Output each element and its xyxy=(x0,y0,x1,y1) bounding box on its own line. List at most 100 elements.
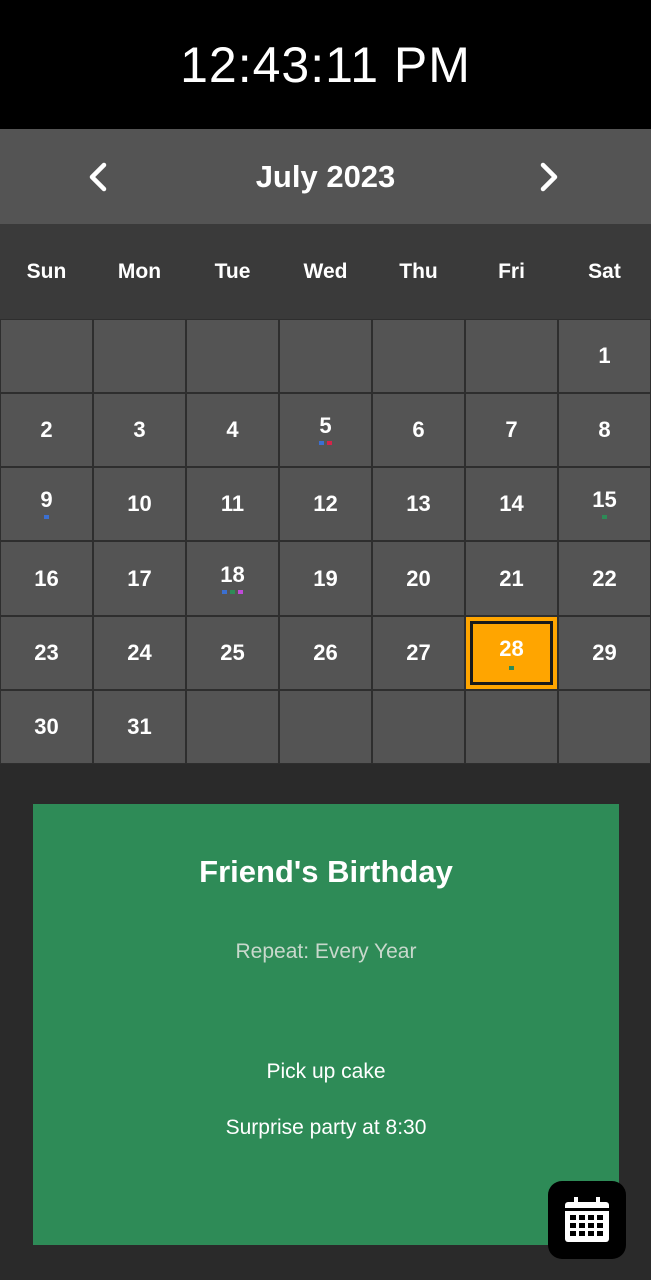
weekday-header-row: Sun Mon Tue Wed Thu Fri Sat xyxy=(0,224,651,319)
calendar-empty-cell xyxy=(94,320,185,393)
calendar-day-cell[interactable]: 28 xyxy=(466,616,557,689)
day-number: 18 xyxy=(220,561,245,587)
calendar-empty-cell xyxy=(187,320,278,393)
day-number: 8 xyxy=(598,417,611,443)
calendar-day-cell[interactable]: 12 xyxy=(280,468,371,541)
day-number: 23 xyxy=(34,639,59,665)
day-number: 14 xyxy=(499,491,524,517)
day-number: 1 xyxy=(598,343,611,369)
calendar-day-cell[interactable]: 21 xyxy=(466,542,557,615)
day-number: 13 xyxy=(406,491,431,517)
calendar-day-cell[interactable]: 25 xyxy=(187,616,278,689)
calendar-day-cell[interactable]: 26 xyxy=(280,616,371,689)
day-number: 27 xyxy=(406,639,431,665)
calendar-day-cell[interactable]: 3 xyxy=(94,394,185,467)
calendar-day-cell[interactable]: 2 xyxy=(1,394,92,467)
event-indicator-dots xyxy=(1,515,92,520)
weekday-label: Wed xyxy=(303,259,348,283)
event-dot xyxy=(319,441,324,446)
day-number: 7 xyxy=(505,417,518,443)
calendar-empty-cell xyxy=(373,320,464,393)
calendar-empty-cell xyxy=(373,690,464,763)
event-details-card: Friend's Birthday Repeat: Every Year Pic… xyxy=(33,804,619,1245)
calendar-day-cell[interactable]: 5 xyxy=(280,394,371,467)
calendar-day-cell[interactable]: 31 xyxy=(94,690,185,763)
weekday-label: Thu xyxy=(399,259,438,283)
chevron-right-icon[interactable] xyxy=(531,159,567,195)
day-number: 30 xyxy=(34,713,59,739)
event-indicator-dots xyxy=(466,665,557,670)
day-number: 28 xyxy=(499,635,524,661)
calendar-empty-cell xyxy=(187,690,278,763)
calendar-day-cell[interactable]: 23 xyxy=(1,616,92,689)
calendar-day-cell[interactable]: 8 xyxy=(559,394,650,467)
event-dot xyxy=(44,515,49,520)
day-number: 5 xyxy=(319,413,332,439)
weekday-label: Mon xyxy=(117,259,162,283)
event-title: Friend's Birthday xyxy=(199,854,453,889)
event-dot xyxy=(327,441,332,446)
clock-time: 12:43:11 PM xyxy=(180,36,471,93)
calendar-day-cell[interactable]: 10 xyxy=(94,468,185,541)
calendar-day-cell[interactable]: 6 xyxy=(373,394,464,467)
calendar-day-cell[interactable]: 9 xyxy=(1,468,92,541)
calendar-day-cell[interactable]: 29 xyxy=(559,616,650,689)
calendar-day-cell[interactable]: 1 xyxy=(559,320,650,393)
chevron-left-icon[interactable] xyxy=(80,159,116,195)
calendar-empty-cell xyxy=(559,690,650,763)
day-number: 20 xyxy=(406,565,431,591)
calendar-day-cell[interactable]: 4 xyxy=(187,394,278,467)
event-indicator-dots xyxy=(280,441,371,446)
day-number: 29 xyxy=(592,639,617,665)
calendar-day-cell[interactable]: 11 xyxy=(187,468,278,541)
calendar-day-cell[interactable]: 24 xyxy=(94,616,185,689)
calendar-day-cell[interactable]: 30 xyxy=(1,690,92,763)
calendar-empty-cell xyxy=(466,320,557,393)
event-dot xyxy=(509,665,514,670)
day-number: 24 xyxy=(127,639,152,665)
calendar-day-cell[interactable]: 17 xyxy=(94,542,185,615)
day-number: 6 xyxy=(412,417,425,443)
event-note: Surprise party at 8:30 xyxy=(225,1116,427,1139)
day-number: 15 xyxy=(592,487,617,513)
event-indicator-dots xyxy=(559,515,650,520)
day-number: 12 xyxy=(313,491,338,517)
event-indicator-dots xyxy=(187,589,278,594)
event-repeat-label: Repeat: Every Year xyxy=(235,940,417,963)
calendar-day-cell[interactable]: 18 xyxy=(187,542,278,615)
day-number: 2 xyxy=(40,417,53,443)
calendar-day-cell[interactable]: 27 xyxy=(373,616,464,689)
calendar-empty-cell xyxy=(466,690,557,763)
day-number: 19 xyxy=(313,565,338,591)
weekday-label: Sun xyxy=(26,259,67,283)
event-dot xyxy=(238,589,243,594)
calendar-empty-cell xyxy=(280,690,371,763)
day-number: 21 xyxy=(499,565,524,591)
day-number: 4 xyxy=(226,417,239,443)
day-number: 10 xyxy=(127,491,152,517)
calendar-empty-cell xyxy=(280,320,371,393)
event-dot xyxy=(222,589,227,594)
calendar-day-cell[interactable]: 20 xyxy=(373,542,464,615)
calendar-day-cell[interactable]: 7 xyxy=(466,394,557,467)
month-header: July 2023 xyxy=(0,129,651,224)
calendar-day-cell[interactable]: 15 xyxy=(559,468,650,541)
calendar-icon xyxy=(565,1197,609,1242)
day-number: 9 xyxy=(40,487,53,513)
calendar-fab-button[interactable] xyxy=(548,1181,626,1259)
event-note: Pick up cake xyxy=(266,1060,386,1083)
calendar-day-cell[interactable]: 16 xyxy=(1,542,92,615)
calendar-day-cell[interactable]: 13 xyxy=(373,468,464,541)
weekday-label: Sat xyxy=(588,259,621,283)
calendar-empty-cell xyxy=(1,320,92,393)
day-number: 17 xyxy=(127,565,152,591)
calendar-grid: 1 2 3 4 5 6 7 8 9 10 11 12 13 14 15 16 17 18 19 20 21 22 23 24 2… xyxy=(0,319,651,764)
event-dot xyxy=(230,589,235,594)
day-number: 16 xyxy=(34,565,59,591)
day-number: 25 xyxy=(220,639,245,665)
event-dot xyxy=(602,515,607,520)
calendar-day-cell[interactable]: 22 xyxy=(559,542,650,615)
calendar-day-cell[interactable]: 19 xyxy=(280,542,371,615)
day-number: 22 xyxy=(592,565,617,591)
calendar-day-cell[interactable]: 14 xyxy=(466,468,557,541)
